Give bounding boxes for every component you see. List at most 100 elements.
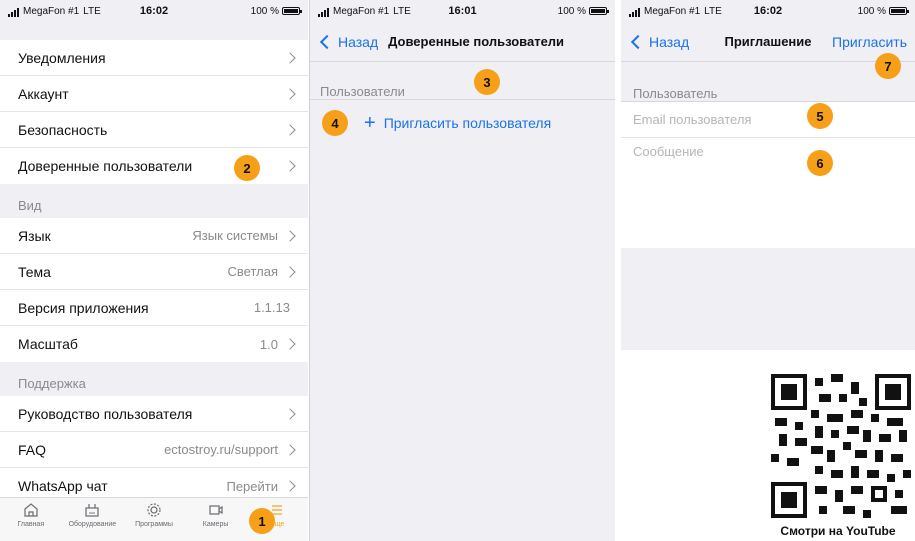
section-header-view: Вид: [18, 198, 42, 213]
qr-code[interactable]: [771, 374, 911, 518]
tab-devices[interactable]: Оборудование: [62, 498, 124, 541]
chevron-right-icon: [284, 338, 296, 350]
nav-bar: Назад Приглашение Пригласить: [621, 22, 915, 62]
step-badge-1: 1: [249, 508, 275, 534]
page-title: Доверенные пользователи: [388, 34, 565, 49]
step-badge-5: 5: [807, 103, 833, 129]
row-label: Уведомления: [18, 49, 106, 66]
battery-icon: [282, 7, 302, 15]
settings-item-language[interactable]: Язык Язык системы: [0, 218, 308, 254]
device-icon: [85, 504, 99, 517]
carrier-name: MegaFon #1: [644, 5, 701, 17]
row-value: Перейти: [226, 478, 278, 494]
back-button[interactable]: Назад: [318, 34, 378, 50]
back-label: Назад: [649, 33, 690, 50]
section-header-user: Пользователь: [621, 62, 915, 102]
row-label: Тема: [18, 263, 51, 280]
chevron-right-icon: [284, 51, 296, 64]
step-badge-3: 3: [474, 69, 500, 95]
settings-screen: MegaFon #1 LTE 16:02 100 % Уведомления А…: [0, 0, 308, 541]
battery-icon: [589, 7, 609, 15]
settings-item-security[interactable]: Безопасность: [0, 112, 308, 148]
row-value: Язык системы: [192, 228, 278, 243]
invitation-screen: MegaFon #1 LTE 16:02 100 % Назад Приглаш…: [621, 0, 915, 541]
chevron-right-icon: [284, 87, 296, 100]
step-badge-7: 7: [875, 53, 901, 79]
settings-item-app-version: Версия приложения 1.1.13: [0, 290, 308, 326]
plus-icon: +: [364, 112, 376, 134]
signal-icon: [629, 6, 641, 17]
tab-cameras[interactable]: Камеры: [185, 498, 247, 541]
chevron-right-icon: [284, 123, 296, 136]
chevron-left-icon: [319, 34, 335, 49]
back-label: Назад: [338, 33, 379, 50]
row-label: Версия приложения: [18, 299, 149, 316]
settings-group-view: Язык Язык системы Тема Светлая Версия прил…: [0, 218, 308, 362]
status-bar: MegaFon #1 LTE 16:02 100 %: [0, 0, 308, 22]
row-label: Язык: [18, 227, 51, 244]
chevron-right-icon: [284, 407, 296, 420]
email-field[interactable]: Email пользователя: [621, 102, 915, 138]
step-badge-6: 6: [807, 150, 833, 176]
settings-item-faq[interactable]: FAQ ectostroy.ru/support: [0, 432, 308, 468]
settings-group-main: Уведомления Аккаунт Безопасность Доверен…: [0, 40, 308, 184]
settings-item-notifications[interactable]: Уведомления: [0, 40, 308, 76]
tab-label: Программы: [135, 521, 173, 528]
battery-percent: 100 %: [557, 5, 586, 17]
invite-button[interactable]: Пригласить: [832, 34, 907, 50]
network-type: LTE: [704, 5, 722, 17]
row-label: WhatsApp чат: [18, 478, 108, 494]
carrier-name: MegaFon #1: [23, 5, 80, 17]
row-label: Аккаунт: [18, 85, 69, 102]
chevron-left-icon: [630, 34, 646, 49]
step-badge-2: 2: [234, 155, 260, 181]
battery-percent: 100 %: [250, 5, 279, 17]
battery-percent: 100 %: [857, 5, 886, 17]
signal-icon: [8, 6, 20, 17]
settings-item-scale[interactable]: Масштаб 1.0: [0, 326, 308, 362]
invite-user-button[interactable]: + Пригласить пользователя: [310, 100, 615, 146]
settings-item-theme[interactable]: Тема Светлая: [0, 254, 308, 290]
row-label: Безопасность: [18, 121, 108, 138]
invite-user-label: Пригласить пользователя: [383, 115, 552, 131]
tab-label: Оборудование: [68, 521, 117, 528]
row-value: 1.0: [259, 336, 278, 352]
chevron-right-icon: [284, 229, 296, 242]
tab-programs[interactable]: Программы: [123, 498, 185, 541]
row-value: 1.1.13: [253, 300, 290, 315]
row-label: FAQ: [18, 441, 47, 458]
network-type: LTE: [83, 5, 101, 17]
step-badge-4: 4: [322, 110, 348, 136]
status-bar: MegaFon #1 LTE 16:02 100 %: [621, 0, 915, 22]
chevron-right-icon: [284, 480, 296, 492]
battery-icon: [889, 7, 909, 15]
invite-form: Email пользователя Сообщение: [621, 102, 915, 248]
status-bar: MegaFon #1 LTE 16:01 100 %: [310, 0, 615, 22]
gear-icon: [147, 503, 161, 517]
nav-bar: Назад Доверенные пользователи: [310, 22, 615, 62]
carrier-name: MegaFon #1: [333, 5, 390, 17]
back-button[interactable]: Назад: [629, 34, 689, 50]
chevron-right-icon: [284, 160, 296, 172]
home-icon: [24, 503, 38, 517]
row-label: Масштаб: [18, 336, 78, 352]
invitation-form-screen: MegaFon #1 LTE 16:02 100 % Назад Приглаш…: [621, 0, 915, 350]
tab-label: Главная: [17, 521, 45, 528]
settings-group-support: Руководство пользователя FAQ ectostroy.ru…: [0, 396, 308, 504]
chevron-right-icon: [284, 443, 296, 456]
row-value: ectostroy.ru/support: [164, 442, 278, 457]
section-header-users: Пользователи: [310, 62, 615, 100]
settings-item-user-guide[interactable]: Руководство пользователя: [0, 396, 308, 432]
chevron-right-icon: [284, 265, 296, 278]
camera-icon: [208, 505, 223, 515]
settings-item-account[interactable]: Аккаунт: [0, 76, 308, 112]
row-value: Светлая: [227, 264, 278, 279]
network-type: LTE: [393, 5, 411, 17]
row-label: Руководство пользователя: [18, 405, 193, 422]
tab-home[interactable]: Главная: [0, 498, 62, 541]
settings-item-trusted-users[interactable]: Доверенные пользователи: [0, 148, 308, 184]
signal-icon: [318, 6, 330, 17]
section-header-support: Поддержка: [18, 376, 86, 391]
trusted-users-screen: MegaFon #1 LTE 16:01 100 % Назад Доверен…: [309, 0, 615, 541]
message-field[interactable]: Сообщение: [621, 138, 915, 248]
